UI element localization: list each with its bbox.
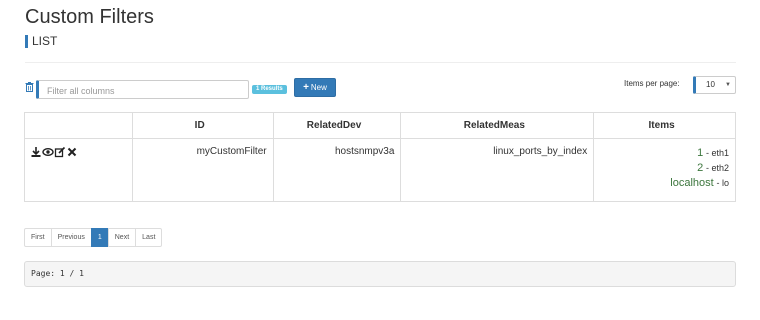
item-key: localhost — [670, 177, 714, 189]
page-info: Page: 1 / 1 — [24, 261, 736, 287]
filters-table: ID RelatedDev RelatedMeas Items myCustom… — [24, 112, 736, 202]
pagination-first[interactable]: First — [24, 228, 52, 247]
pagination-current-page[interactable]: 1 — [90, 228, 109, 247]
column-header-related-meas[interactable]: RelatedMeas — [400, 112, 595, 139]
cell-related-meas: linux_ports_by_index — [400, 138, 595, 202]
table-header-row: ID RelatedDev RelatedMeas Items — [24, 112, 736, 139]
edit-icon[interactable] — [54, 146, 66, 158]
item-value: - eth1 — [705, 148, 729, 158]
results-badge: 1 Results — [252, 85, 287, 94]
pagination-last[interactable]: Last — [135, 228, 163, 247]
item-entry: localhost - lo — [594, 176, 729, 191]
page-title: Custom Filters — [25, 6, 154, 28]
new-button[interactable]: + New — [294, 78, 336, 97]
column-header-actions — [24, 112, 133, 139]
item-key: 1 — [697, 147, 704, 159]
plus-icon: + — [303, 82, 309, 93]
row-actions — [24, 138, 133, 202]
close-icon[interactable] — [66, 146, 78, 158]
eye-icon[interactable] — [42, 146, 54, 158]
item-value: - eth2 — [705, 163, 729, 173]
column-header-id[interactable]: ID — [131, 112, 274, 139]
column-header-related-dev[interactable]: RelatedDev — [272, 112, 402, 139]
cell-id: myCustomFilter — [131, 138, 274, 202]
divider — [25, 62, 736, 63]
items-per-page-label: Items per page: — [624, 79, 680, 88]
items-per-page-select[interactable]: 10 ▼ — [693, 76, 736, 94]
page-subtitle: LIST — [25, 35, 57, 48]
caret-down-icon: ▼ — [725, 82, 731, 88]
table-row: myCustomFilter hostsnmpv3a linux_ports_b… — [24, 138, 736, 202]
item-value: - lo — [716, 178, 729, 188]
item-entry: 1 - eth1 — [594, 146, 729, 161]
items-per-page-value: 10 — [706, 80, 715, 89]
item-key: 2 — [697, 162, 704, 174]
filter-field[interactable] — [36, 80, 249, 100]
cell-related-dev: hostsnmpv3a — [272, 138, 402, 202]
new-button-label: New — [310, 83, 327, 92]
filter-input[interactable] — [39, 82, 248, 100]
download-icon[interactable] — [30, 146, 42, 158]
column-header-items[interactable]: Items — [593, 112, 736, 139]
pagination-previous[interactable]: Previous — [50, 228, 92, 247]
pagination-next[interactable]: Next — [107, 228, 137, 247]
pagination: First Previous 1 Next Last — [24, 228, 163, 247]
trash-icon[interactable] — [25, 82, 34, 92]
cell-items: 1 - eth1 2 - eth2 localhost - lo — [593, 138, 736, 202]
item-entry: 2 - eth2 — [594, 161, 729, 176]
